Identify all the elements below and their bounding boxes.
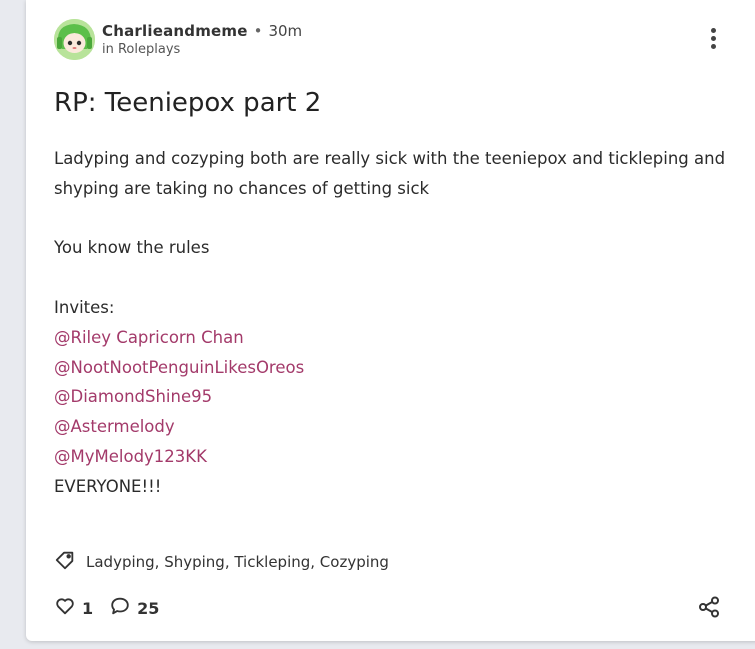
post-paragraph: Ladyping and cozyping both are really si…: [54, 149, 726, 198]
like-count: 1: [82, 598, 94, 618]
mention-link[interactable]: @DiamondShine95: [54, 382, 734, 412]
author-name[interactable]: Charlieandmeme: [102, 22, 248, 40]
author-row: Charlieandmeme • 30m: [102, 22, 302, 40]
mention-link[interactable]: @NootNootPenguinLikesOreos: [54, 353, 734, 383]
mention-link[interactable]: @Riley Capricorn Chan: [54, 323, 734, 353]
post-paragraph: You know the rules: [54, 238, 210, 258]
heart-icon: [54, 595, 82, 621]
post-time: 30m: [268, 22, 303, 40]
post-body: Ladyping and cozyping both are really si…: [54, 144, 734, 502]
mention-link[interactable]: @MyMelody123KK: [54, 442, 734, 472]
tag-icon: [54, 549, 86, 575]
comment-button[interactable]: 25: [109, 595, 159, 621]
post-tags: Ladyping, Shyping, Tickleping, Cozyping: [54, 549, 389, 575]
post-category[interactable]: in Roleplays: [102, 42, 180, 57]
tags-list[interactable]: Ladyping, Shyping, Tickleping, Cozyping: [86, 553, 389, 571]
post-card: Charlieandmeme • 30m in Roleplays RP: Teen…: [26, 0, 755, 641]
like-button[interactable]: 1: [54, 595, 93, 621]
mention-link[interactable]: @Astermelody: [54, 412, 734, 442]
post-title: RP: Teeniepox part 2: [54, 88, 322, 118]
meta-separator: •: [253, 22, 263, 40]
post-actions: 1 25: [54, 595, 175, 621]
share-icon[interactable]: [697, 595, 721, 623]
avatar[interactable]: [54, 19, 95, 60]
comment-icon: [109, 595, 137, 621]
post-closing: EVERYONE!!!: [54, 476, 162, 496]
comment-count: 25: [137, 598, 160, 618]
more-vertical-icon[interactable]: [709, 28, 717, 50]
invites-label: Invites:: [54, 297, 115, 317]
